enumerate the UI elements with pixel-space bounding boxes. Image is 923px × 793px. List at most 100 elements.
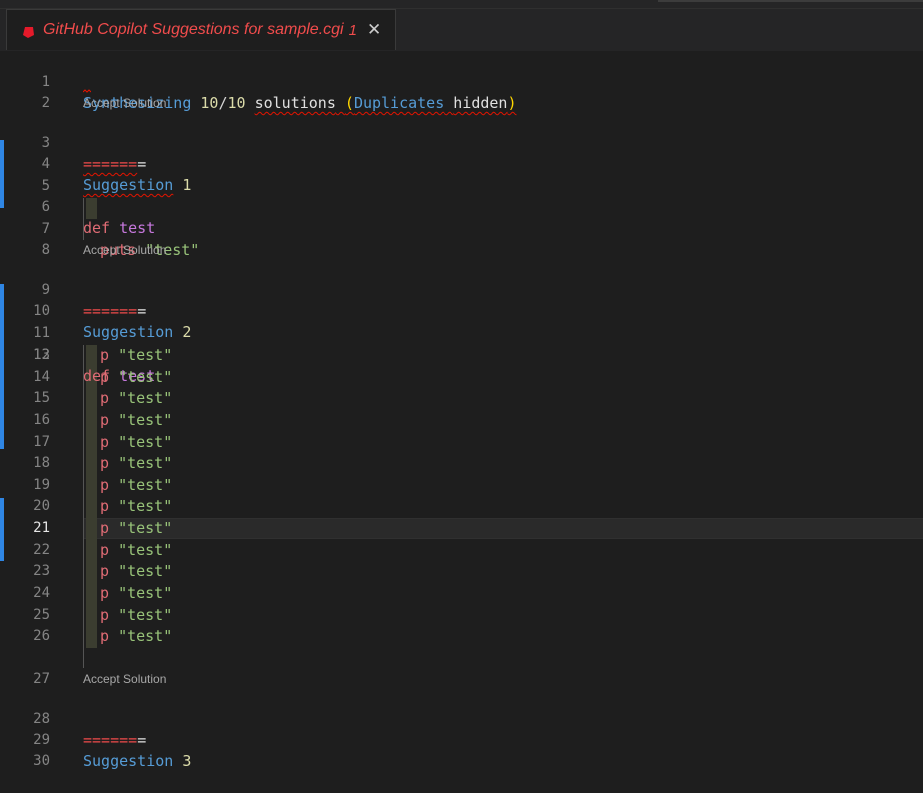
code-line: 19 p "test" xyxy=(0,475,923,496)
line-content: p "test" xyxy=(100,540,172,561)
line-number: 30 xyxy=(33,753,50,769)
code-line: 15 p "test" xyxy=(0,388,923,409)
code-line: 18 p "test" xyxy=(0,453,923,474)
line-content: p "test" xyxy=(100,345,172,366)
line-content: p "test" xyxy=(100,518,172,539)
line-number: 22 xyxy=(33,542,50,558)
code-line-active: 21 p "test" xyxy=(0,518,923,539)
line-number: 2 xyxy=(41,95,50,111)
line-content: p "test" xyxy=(100,367,172,388)
code-line: 17 p "test" xyxy=(0,432,923,453)
line-number: 8 xyxy=(41,242,50,258)
code-token: "test" xyxy=(118,497,173,515)
code-token: solutions xyxy=(254,94,336,112)
line-content: p "test" xyxy=(100,626,172,647)
code-token: "test" xyxy=(118,454,173,472)
line-number: 26 xyxy=(33,628,50,644)
line-content: p "test" xyxy=(100,496,172,517)
line-number: 23 xyxy=(33,563,50,579)
code-line: 10 Suggestion 2 xyxy=(0,280,923,341)
code-line: 29 Suggestion 3 xyxy=(0,709,923,770)
code-line: 24 p "test" xyxy=(0,583,923,604)
tab-title: GitHub Copilot Suggestions for sample.cg… xyxy=(43,21,344,38)
code-token: / xyxy=(218,94,228,112)
tab-bar: GitHub Copilot Suggestions for sample.cg… xyxy=(0,0,923,51)
code-token: "test" xyxy=(118,346,173,364)
code-token: p xyxy=(100,454,110,472)
code-line: 7 puts "test" xyxy=(0,198,923,259)
accept-solution-link[interactable]: Accept Solution xyxy=(83,95,166,111)
error-squiggle xyxy=(83,89,91,93)
code-token: 3 xyxy=(182,752,192,770)
code-token: "test" xyxy=(118,368,173,386)
line-content: p "test" xyxy=(100,605,172,626)
line-content: p "test" xyxy=(100,410,172,431)
problem-count-badge: 1 xyxy=(348,21,357,39)
code-token: p xyxy=(100,519,110,537)
code-line: 16 p "test" xyxy=(0,410,923,431)
line-content: Suggestion 3 xyxy=(83,751,191,772)
code-token: p xyxy=(100,541,110,559)
code-token: "test" xyxy=(118,476,173,494)
code-token: Suggestion xyxy=(83,752,174,770)
line-content: p "test" xyxy=(100,432,172,453)
line-number: 14 xyxy=(33,369,50,385)
code-token: "test" xyxy=(118,519,173,537)
tab-bar-edge xyxy=(658,0,923,2)
code-token: p xyxy=(100,497,110,515)
line-number: 20 xyxy=(33,498,50,514)
accept-solution-link[interactable]: Accept Solution xyxy=(83,671,166,687)
code-line: 8 xyxy=(0,219,923,258)
code-token: ( xyxy=(344,94,354,112)
code-token: p xyxy=(100,606,110,624)
line-number-active: 21 xyxy=(33,520,50,536)
code-token: "test" xyxy=(118,562,173,580)
code-line: 26 p "test" xyxy=(0,626,923,647)
line-content: p "test" xyxy=(100,561,172,582)
code-token: p xyxy=(100,389,110,407)
code-token: 10 xyxy=(227,94,246,112)
line-number: 25 xyxy=(33,607,50,623)
code-token: p xyxy=(100,627,110,645)
code-line: 12 def test xyxy=(0,324,923,385)
line-content: p "test" xyxy=(100,388,172,409)
tab-copilot-suggestions[interactable]: GitHub Copilot Suggestions for sample.cg… xyxy=(6,9,396,50)
close-icon[interactable]: ✕ xyxy=(367,20,381,40)
code-token: "test" xyxy=(118,627,173,645)
code-token: 10 xyxy=(200,94,219,112)
code-token: "test" xyxy=(118,389,173,407)
code-line: 20 p "test" xyxy=(0,496,923,517)
code-line: 4 Suggestion 1 xyxy=(0,133,923,194)
code-token: hidden xyxy=(453,94,508,112)
code-token: "test" xyxy=(118,541,173,559)
code-line: 9 ======= xyxy=(0,259,923,320)
line-number: 19 xyxy=(33,477,50,493)
code-token: p xyxy=(100,346,110,364)
code-token: p xyxy=(100,476,110,494)
line-number: 13 xyxy=(33,347,50,363)
code-line: 5 xyxy=(0,155,923,194)
accept-solution-link[interactable]: Accept Solution xyxy=(83,242,166,258)
code-token: p xyxy=(100,411,110,429)
code-line: 2 xyxy=(0,72,923,111)
code-editor[interactable]: 1 Synthesizing 10/10 solutions (Duplicat… xyxy=(0,51,923,770)
line-content: p "test" xyxy=(100,583,172,604)
code-token: "test" xyxy=(118,584,173,602)
line-number: 15 xyxy=(33,390,50,406)
line-content: p "test" xyxy=(100,453,172,474)
code-line: 23 p "test" xyxy=(0,561,923,582)
line-number: 18 xyxy=(33,455,50,471)
code-token: p xyxy=(100,584,110,602)
code-line: 11 xyxy=(0,302,923,341)
code-token: "test" xyxy=(118,411,173,429)
code-line: 1 Synthesizing 10/10 solutions (Duplicat… xyxy=(0,51,923,112)
code-token: p xyxy=(100,562,110,580)
code-line: 14 p "test" xyxy=(0,367,923,388)
code-line: 6 def test xyxy=(0,176,923,237)
code-line: 3 ======= xyxy=(0,112,923,173)
code-line: 30 xyxy=(0,730,923,769)
code-token: p xyxy=(100,368,110,386)
code-line: 28 ======= xyxy=(0,688,923,749)
code-line: 13 p "test" xyxy=(0,345,923,366)
line-number: 27 xyxy=(33,671,50,687)
